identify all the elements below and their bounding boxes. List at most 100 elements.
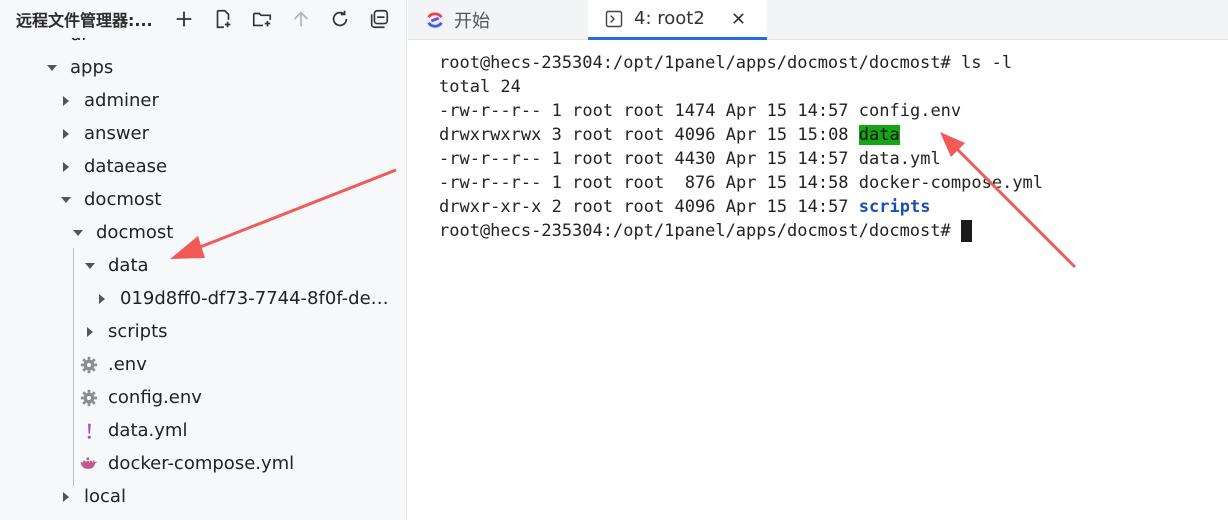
tree-item[interactable]: dataease xyxy=(0,150,406,183)
terminal-cursor xyxy=(960,220,972,242)
refresh-button[interactable] xyxy=(320,4,359,34)
chevron-down-icon[interactable] xyxy=(72,227,84,239)
ls-links: 1 xyxy=(551,149,562,169)
tree-item[interactable]: docmost xyxy=(0,183,406,216)
tree-item-label: local xyxy=(84,486,126,507)
add-icon xyxy=(176,11,191,27)
tree-item[interactable]: 019d8ff0-df73-7744-8f0f-de4... xyxy=(0,282,406,315)
tree-item-label: adminer xyxy=(84,90,159,111)
tree-item[interactable]: docmost xyxy=(0,216,406,249)
tree-item-label: apps xyxy=(70,57,114,78)
ls-permissions: -rw-r--r-- xyxy=(439,173,542,193)
tree-item[interactable]: scripts xyxy=(0,315,406,348)
chevron-down-icon[interactable] xyxy=(46,62,58,74)
tree-item-label: data.yml xyxy=(108,420,188,441)
tree-item[interactable]: data xyxy=(0,249,406,282)
chevron-right-icon[interactable] xyxy=(60,128,72,140)
terminal-prompt: root@hecs-235304:/opt/1panel/apps/docmos… xyxy=(439,221,961,241)
chevron-down-icon[interactable] xyxy=(60,194,72,206)
go-up-button[interactable] xyxy=(281,4,320,34)
new-file-icon xyxy=(216,9,230,29)
ls-permissions: -rw-r--r-- xyxy=(439,101,542,121)
ls-date: Apr 15 14:58 xyxy=(725,173,849,193)
new-folder-icon xyxy=(252,12,271,27)
gear-file-icon xyxy=(80,389,98,407)
ls-date: Apr 15 14:57 xyxy=(725,101,849,121)
ls-owner: root xyxy=(572,125,614,145)
ls-owner: root xyxy=(572,101,614,121)
new-file-button[interactable] xyxy=(203,4,242,34)
tab-bar: 开始 4: root2 xyxy=(408,0,1228,40)
ls-group: root xyxy=(623,125,665,145)
tree-item-label: 019d8ff0-df73-7744-8f0f-de4... xyxy=(120,288,395,309)
ls-links: 3 xyxy=(551,125,562,145)
close-tab-button[interactable] xyxy=(731,11,747,27)
terminal-ls-row: drwxrwxrwx 3 root root 4096 Apr 15 15:08… xyxy=(439,123,1228,147)
ls-links: 1 xyxy=(551,101,562,121)
terminal-command-line: root@hecs-235304:/opt/1panel/apps/docmos… xyxy=(439,53,1013,73)
ls-owner: root xyxy=(572,197,614,217)
ls-filename: config.env xyxy=(858,101,962,121)
terminal-icon xyxy=(605,10,623,27)
tree-item[interactable]: .env xyxy=(0,348,406,381)
tree-item-label: data xyxy=(108,255,149,276)
ls-owner: root xyxy=(572,149,614,169)
ls-group: root xyxy=(623,173,665,193)
tree-item-label: docmost xyxy=(84,189,162,210)
tree-item-label: config.env xyxy=(108,387,202,408)
new-folder-button[interactable] xyxy=(242,4,281,34)
ls-date: Apr 15 14:57 xyxy=(725,197,849,217)
terminal-ls-row: -rw-r--r-- 1 root root 876 Apr 15 14:58 … xyxy=(439,171,1228,195)
tree-item-label: docmost xyxy=(96,222,174,243)
terminal-total-line: total 24 xyxy=(439,77,521,97)
tree-item-label: .env xyxy=(108,354,147,375)
explorer-header: 远程文件管理器:... xyxy=(0,0,406,38)
tree-item-label: docker-compose.yml xyxy=(108,453,295,474)
ls-size: 876 xyxy=(674,173,716,193)
tab-start[interactable]: 开始 xyxy=(408,0,588,40)
tab-start-label: 开始 xyxy=(454,11,490,32)
tree-item[interactable]: docker-compose.yml xyxy=(0,447,406,480)
terminal-ls-row: drwxr-xr-x 2 root root 4096 Apr 15 14:57… xyxy=(439,195,1228,219)
tree-item-label: scripts xyxy=(108,321,168,342)
tree-item[interactable]: answer xyxy=(0,117,406,150)
tree-item[interactable]: local xyxy=(0,480,406,513)
ls-filename: docker-compose.yml xyxy=(858,173,1044,193)
terminal-prompt-line: root@hecs-235304:/opt/1panel/apps/docmos… xyxy=(439,219,1228,243)
ls-filename: scripts xyxy=(858,197,931,217)
chevron-right-icon[interactable] xyxy=(84,326,96,338)
collapse-all-button[interactable] xyxy=(359,4,398,34)
ls-size: 1474 xyxy=(674,101,716,121)
close-icon xyxy=(733,13,745,24)
refresh-icon xyxy=(332,10,347,27)
terminal-output[interactable]: root@hecs-235304:/opt/1panel/apps/docmos… xyxy=(408,41,1228,520)
file-tree: drappsadmineranswerdataeasedocmostdocmos… xyxy=(0,0,406,520)
tree-item[interactable]: adminer xyxy=(0,84,406,117)
ls-owner: root xyxy=(572,173,614,193)
add-button[interactable] xyxy=(164,4,203,34)
tree-item[interactable]: config.env xyxy=(0,381,406,414)
file-explorer-panel: drappsadmineranswerdataeasedocmostdocmos… xyxy=(0,0,407,520)
collapse-all-icon xyxy=(370,9,388,29)
ls-date: Apr 15 15:08 xyxy=(725,125,849,145)
explorer-title: 远程文件管理器:... xyxy=(16,11,153,30)
ls-filename: data xyxy=(858,125,900,145)
chevron-right-icon[interactable] xyxy=(96,293,108,305)
explorer-toolbar xyxy=(164,4,398,34)
docker-file-icon xyxy=(80,455,98,473)
app-logo-icon xyxy=(425,10,445,30)
chevron-right-icon[interactable] xyxy=(60,161,72,173)
tree-item[interactable]: data.yml xyxy=(0,414,406,447)
ls-date: Apr 15 14:57 xyxy=(725,149,849,169)
chevron-right-icon[interactable] xyxy=(60,491,72,503)
ls-permissions: drwxrwxrwx xyxy=(439,125,542,145)
tab-terminal-root2[interactable]: 4: root2 xyxy=(588,0,767,40)
ls-size: 4096 xyxy=(674,125,716,145)
chevron-right-icon[interactable] xyxy=(60,95,72,107)
ls-group: root xyxy=(623,149,665,169)
up-arrow-icon xyxy=(293,11,308,27)
ls-filename: data.yml xyxy=(858,149,941,169)
tree-item[interactable]: apps xyxy=(0,51,406,84)
tree-indent-guide xyxy=(73,248,74,486)
chevron-down-icon[interactable] xyxy=(84,260,96,272)
